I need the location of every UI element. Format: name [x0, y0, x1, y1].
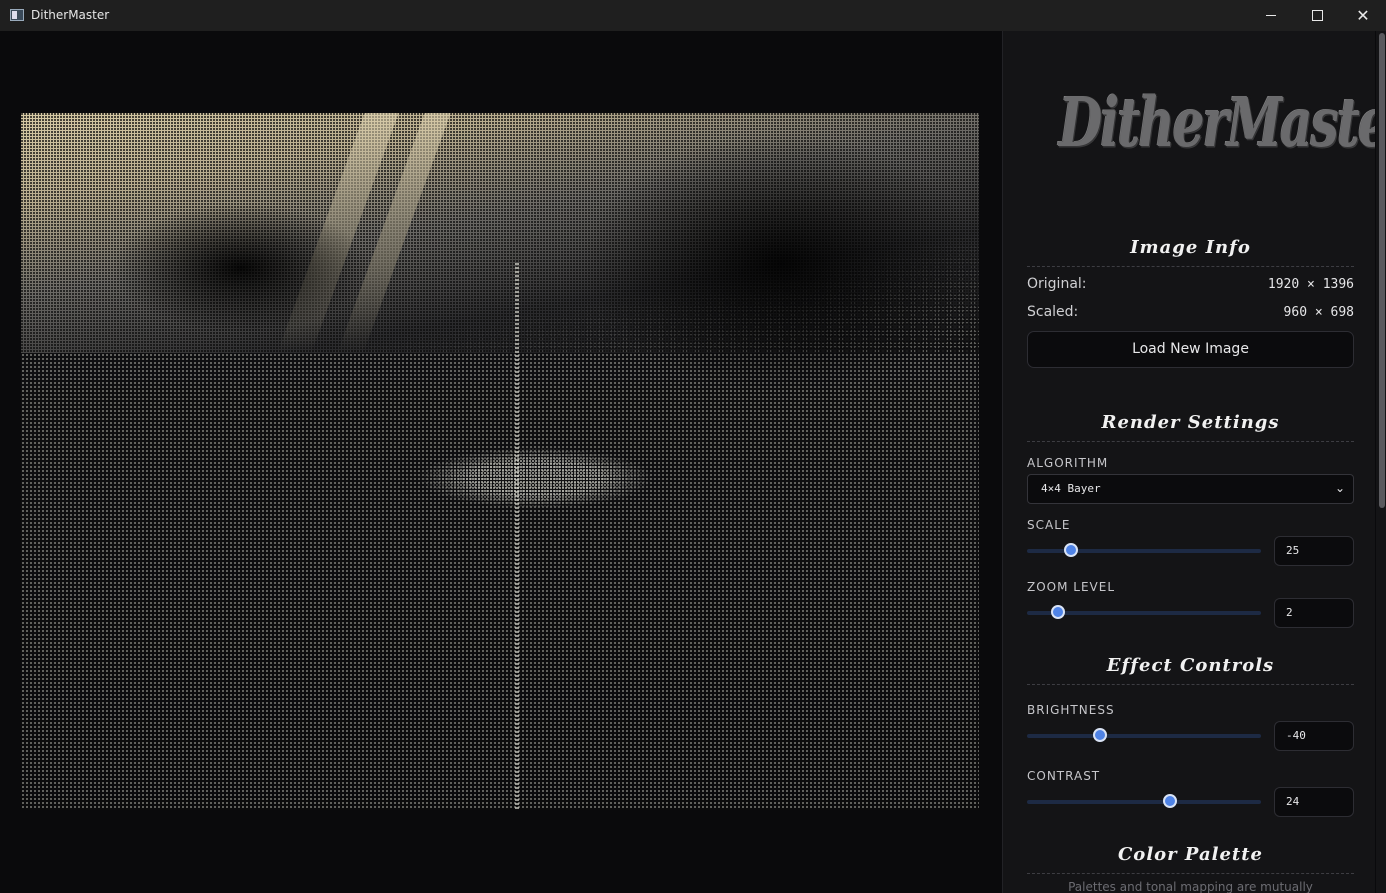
scale-slider[interactable]	[1027, 543, 1261, 559]
slider-thumb[interactable]	[1093, 728, 1107, 742]
scaled-size-label: Scaled:	[1027, 304, 1079, 320]
image-info-title: Image Info	[1130, 237, 1251, 258]
app-icon	[10, 9, 24, 21]
load-new-image-button[interactable]: Load New Image	[1027, 331, 1354, 368]
close-icon: ✕	[1356, 6, 1370, 25]
minimize-icon	[1266, 14, 1276, 16]
section-divider	[1027, 266, 1354, 267]
algorithm-label: ALGORITHM	[1027, 456, 1109, 470]
scrollbar-thumb[interactable]	[1379, 33, 1385, 508]
contrast-slider[interactable]	[1027, 794, 1261, 810]
close-button[interactable]: ✕	[1340, 0, 1386, 31]
contrast-input[interactable]: 24	[1274, 787, 1354, 817]
palette-hint-text: Palettes and tonal mapping are mutually	[1068, 880, 1313, 893]
brightness-label: BRIGHTNESS	[1027, 703, 1115, 717]
slider-track	[1027, 734, 1261, 738]
slider-thumb[interactable]	[1051, 605, 1065, 619]
preview-highlight-mark	[421, 448, 651, 508]
preview-dark-region	[581, 133, 979, 393]
preview-dark-region	[111, 203, 371, 333]
section-divider	[1027, 873, 1354, 874]
dithered-image-preview[interactable]	[21, 113, 979, 810]
app-logo: DitherMaster	[1059, 53, 1375, 221]
preview-area	[0, 31, 1001, 893]
app-window: DitherMaster ✕ DitherMaster Image Info	[0, 0, 1386, 893]
minimize-button[interactable]	[1248, 0, 1294, 31]
algorithm-select[interactable]: 4×4 Bayer ⌄	[1027, 474, 1354, 504]
zoom-level-label: ZOOM LEVEL	[1027, 580, 1116, 594]
preview-vertical-line	[515, 263, 519, 810]
contrast-label: CONTRAST	[1027, 769, 1101, 783]
slider-track	[1027, 800, 1261, 804]
color-palette-title: Color Palette	[1117, 844, 1263, 865]
section-divider	[1027, 684, 1354, 685]
chevron-down-icon: ⌄	[1334, 481, 1345, 495]
scale-input[interactable]: 25	[1274, 536, 1354, 566]
original-size-label: Original:	[1027, 276, 1087, 292]
zoom-level-slider[interactable]	[1027, 605, 1261, 621]
zoom-level-input[interactable]: 2	[1274, 598, 1354, 628]
slider-track	[1027, 549, 1261, 553]
section-divider	[1027, 441, 1354, 442]
title-bar: DitherMaster ✕	[0, 0, 1386, 31]
slider-thumb[interactable]	[1163, 794, 1177, 808]
brightness-slider[interactable]	[1027, 728, 1261, 744]
slider-thumb[interactable]	[1064, 543, 1078, 557]
scale-label: SCALE	[1027, 518, 1071, 532]
logo-text: DitherMaster	[1059, 82, 1375, 163]
scaled-size-value: 960 × 698	[1283, 305, 1354, 320]
effect-controls-title: Effect Controls	[1106, 655, 1275, 676]
maximize-icon	[1311, 9, 1323, 21]
brightness-input[interactable]: -40	[1274, 721, 1354, 751]
window-title: DitherMaster	[31, 8, 110, 22]
maximize-button[interactable]	[1294, 0, 1340, 31]
original-size-value: 1920 × 1396	[1267, 277, 1354, 292]
settings-panel: DitherMaster Image Info Original: 1920 ×…	[1002, 31, 1375, 893]
algorithm-selected-value: 4×4 Bayer	[1041, 482, 1101, 495]
render-settings-title: Render Settings	[1101, 412, 1280, 433]
